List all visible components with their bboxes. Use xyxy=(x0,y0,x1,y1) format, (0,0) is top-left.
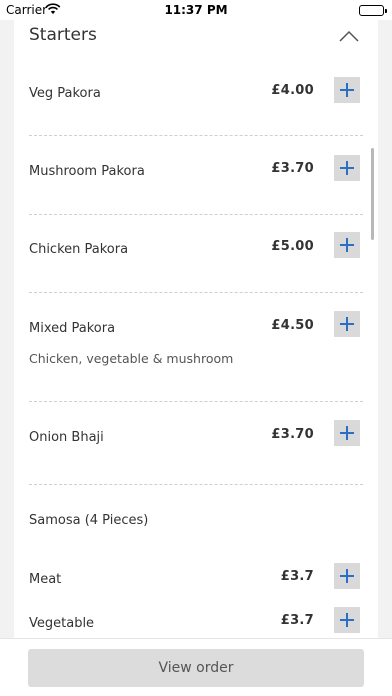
divider xyxy=(29,214,363,215)
menu-item: Onion Bhaji £3.70 xyxy=(14,419,378,479)
menu-item: Chicken Pakora £5.00 xyxy=(14,231,378,291)
menu-item: Mixed Pakora £4.50 Chicken, vegetable & … xyxy=(14,310,378,400)
add-item-button[interactable] xyxy=(334,420,360,446)
menu-item: Veg Pakora £4.00 xyxy=(14,74,378,134)
add-item-button[interactable] xyxy=(334,232,360,258)
status-bar: Carrier 11:37 PM xyxy=(0,0,392,20)
item-name: Onion Bhaji xyxy=(29,430,104,445)
divider xyxy=(29,135,363,136)
scrollbar[interactable] xyxy=(371,148,374,240)
item-name: Veg Pakora xyxy=(29,86,101,101)
view-order-button[interactable]: View order xyxy=(28,649,364,687)
add-item-button[interactable] xyxy=(334,77,360,103)
item-price: £3.70 xyxy=(271,161,314,176)
item-price: £4.50 xyxy=(271,318,314,333)
chevron-up-icon[interactable] xyxy=(338,28,360,42)
menu-item-option: Vegetable £3.7 xyxy=(14,607,378,638)
divider xyxy=(29,484,363,485)
item-name: Chicken Pakora xyxy=(29,242,129,257)
add-item-button[interactable] xyxy=(334,311,360,337)
battery-icon xyxy=(359,5,387,16)
menu-section-card: Starters Veg Pakora £4.00 Mushroom Pakor… xyxy=(14,18,378,638)
add-item-button[interactable] xyxy=(334,607,360,633)
item-price: £3.70 xyxy=(271,427,314,442)
item-price: £4.00 xyxy=(271,83,314,98)
add-item-button[interactable] xyxy=(334,563,360,589)
item-name: Mixed Pakora xyxy=(29,321,116,336)
item-description: Chicken, vegetable & mushroom xyxy=(29,351,234,366)
divider xyxy=(29,292,363,293)
menu-item-option: Meat £3.7 xyxy=(14,563,378,602)
item-name: Mushroom Pakora xyxy=(29,164,145,179)
item-price: £5.00 xyxy=(271,239,314,254)
option-name: Vegetable xyxy=(29,616,95,631)
clock: 11:37 PM xyxy=(164,3,228,17)
option-price: £3.7 xyxy=(280,613,314,628)
section-title: Starters xyxy=(29,25,97,45)
item-group-title: Samosa (4 Pieces) xyxy=(29,513,149,528)
option-price: £3.7 xyxy=(280,569,314,584)
add-item-button[interactable] xyxy=(334,155,360,181)
footer-bar: View order xyxy=(0,638,392,696)
option-name: Meat xyxy=(29,572,62,587)
section-header[interactable]: Starters xyxy=(14,18,378,54)
divider xyxy=(29,401,363,402)
menu-item: Mushroom Pakora £3.70 xyxy=(14,152,378,212)
